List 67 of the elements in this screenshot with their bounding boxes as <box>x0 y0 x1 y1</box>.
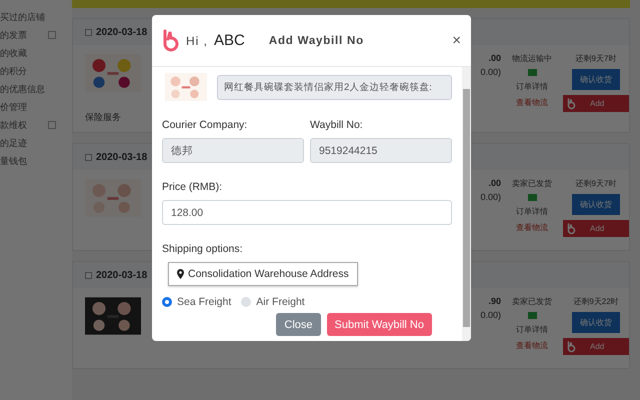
add-button[interactable]: Add <box>563 338 629 355</box>
sidebar-item[interactable]: 的收藏 <box>0 46 27 60</box>
dropdown-icon[interactable] <box>48 121 56 129</box>
sidebar-item[interactable]: 的积分 <box>0 64 27 78</box>
radio-label[interactable]: Sea Freight <box>177 296 232 308</box>
sidebar-item[interactable]: 的发票 <box>0 28 27 42</box>
address-button[interactable]: Consolidation Warehouse Address <box>168 262 358 286</box>
logistics-link[interactable]: 查看物流 <box>516 97 548 108</box>
confirm-button[interactable]: 确认收货 <box>572 69 620 90</box>
dialog-title: Add Waybill No <box>268 34 365 46</box>
timer-text: 还剩9天7时 <box>576 178 616 189</box>
logistics-link[interactable]: 查看物流 <box>516 340 548 351</box>
price-note: 0.00) <box>480 310 501 320</box>
chat-icon[interactable] <box>528 312 536 319</box>
add-button[interactable]: Add <box>563 220 629 237</box>
price-field[interactable]: 128.00 <box>162 200 452 225</box>
product-title-field[interactable]: 网红餐具碗碟套装情侣家用2人金边轻奢碗筷盘: <box>217 74 452 100</box>
scrollbar[interactable] <box>462 67 471 341</box>
hand-icon <box>162 28 180 52</box>
sidebar-item[interactable]: 款维权 <box>0 118 27 132</box>
order-date: 2020-03-18 <box>96 152 148 162</box>
price-note: 0.00) <box>480 67 501 77</box>
price-text: .00 <box>488 53 501 63</box>
sidebar-item[interactable]: 买过的店铺 <box>0 10 45 24</box>
price-text: .90 <box>488 296 501 306</box>
close-button[interactable]: Close <box>276 313 321 336</box>
radio-label[interactable]: Air Freight <box>256 296 305 308</box>
order-date: 2020-03-18 <box>96 270 148 280</box>
field-label: Waybill No: <box>310 119 364 131</box>
hand-icon <box>567 222 576 234</box>
radio-button[interactable] <box>162 297 172 307</box>
chat-icon[interactable] <box>528 194 536 201</box>
radio-button[interactable] <box>241 297 252 307</box>
field-label: Price (RMB): <box>162 181 224 193</box>
order-checkbox[interactable] <box>85 272 92 278</box>
hand-icon <box>567 98 576 110</box>
logistics-link[interactable]: 查看物流 <box>516 222 548 233</box>
order-checkbox[interactable] <box>85 154 92 160</box>
confirm-button[interactable]: 确认收货 <box>572 312 620 333</box>
order-date: 2020-03-18 <box>96 26 148 38</box>
user-name: ABC <box>214 32 245 49</box>
dropdown-icon[interactable] <box>48 31 56 39</box>
sidebar-item[interactable]: 的优惠信息 <box>0 82 45 96</box>
status-text: 卖家已发货 <box>512 296 552 307</box>
timer-text: 还剩9天7时 <box>576 53 616 64</box>
submit-button[interactable]: Submit Waybill No <box>326 313 432 336</box>
status-text: 物流运输中 <box>512 53 552 64</box>
service-text: 保险服务 <box>85 111 122 124</box>
section-label: Shipping options: <box>162 243 244 255</box>
details-link[interactable]: 订单详情 <box>516 81 548 92</box>
add-button[interactable]: Add <box>563 95 629 112</box>
price-text: .00 <box>488 178 501 188</box>
timer-text: 还剩9天22时 <box>573 296 619 307</box>
sidebar-item[interactable]: 的足迹 <box>0 136 27 150</box>
details-link[interactable]: 订单详情 <box>516 206 548 217</box>
price-note: 0.00) <box>480 192 501 202</box>
details-link[interactable]: 订单详情 <box>516 324 548 335</box>
field-label: Courier Company: <box>162 119 248 131</box>
chat-icon[interactable] <box>528 69 536 76</box>
map-pin-icon <box>177 269 184 279</box>
sidebar-item[interactable]: 价管理 <box>0 100 27 114</box>
hand-icon <box>567 340 576 352</box>
status-text: 卖家已发货 <box>512 178 552 189</box>
sidebar-item[interactable]: 量钱包 <box>0 154 27 168</box>
confirm-button[interactable]: 确认收货 <box>572 194 620 215</box>
greeting-text: Hi , <box>186 34 208 48</box>
order-checkbox[interactable] <box>85 28 92 36</box>
